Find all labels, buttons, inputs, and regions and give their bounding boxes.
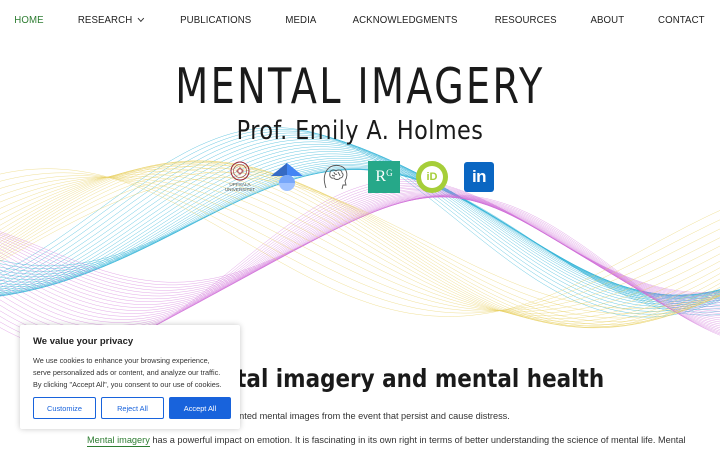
researchgate-icon[interactable]: RG (368, 161, 400, 193)
mental-imagery-text: has a powerful impact on emotion. It is … (149, 435, 686, 445)
customize-button[interactable]: Customize (33, 397, 96, 419)
linkedin-label: in (471, 167, 487, 186)
researchgate-label: R (375, 168, 387, 185)
nav-about-label: ABOUT (590, 14, 625, 26)
uppsala-label: UPPSALA UNIVERSITET (224, 182, 256, 192)
nav-publications-label: PUBLICATIONS (179, 14, 251, 26)
nav-media[interactable]: MEDIA (285, 14, 316, 26)
orcid-icon[interactable]: iD (416, 161, 448, 193)
nav-publications[interactable]: PUBLICATIONS (180, 14, 251, 26)
linkedin-icon[interactable]: in (464, 162, 494, 192)
nav-resources-label: RESOURCES (494, 14, 557, 26)
orcid-label: iD (421, 166, 443, 188)
nav-home-label: HOME (14, 14, 45, 26)
nav-home[interactable]: HOME (15, 14, 44, 26)
nav-media-label: MEDIA (285, 14, 317, 26)
brain-head-icon[interactable] (318, 160, 352, 194)
nav-acknowledgments-label: ACKNOWLEDGMENTS (352, 14, 458, 26)
nav-about[interactable]: ABOUT (591, 14, 625, 26)
mental-imagery-link[interactable]: Mental imagery (87, 435, 150, 447)
nav-acknowledgments[interactable]: ACKNOWLEDGMENTS (352, 14, 457, 26)
mental-imagery-paragraph: Mental imagery has a powerful impact on … (87, 435, 686, 447)
accept-all-button[interactable]: Accept All (169, 397, 231, 419)
chevron-down-icon (138, 14, 145, 23)
cookie-title: We value your privacy (33, 336, 134, 347)
cookie-text: We use cookies to enhance your browsing … (33, 356, 222, 389)
main-nav: HOME RESEARCH PUBLICATIONS MEDIA ACKNOWL… (0, 0, 720, 40)
researchgate-sup: G (386, 168, 393, 178)
cookie-consent-banner: We value your privacy We use cookies to … (20, 325, 240, 429)
nav-resources[interactable]: RESOURCES (495, 14, 557, 26)
profile-links: UPPSALA UNIVERSITET RG iD in (0, 160, 720, 196)
nav-contact[interactable]: CONTACT (658, 14, 705, 26)
google-scholar-icon[interactable] (270, 160, 304, 194)
uppsala-university-icon[interactable]: UPPSALA UNIVERSITET (223, 160, 257, 194)
nav-research-label: RESEARCH (78, 14, 133, 26)
reject-all-button[interactable]: Reject All (101, 397, 164, 419)
cookie-buttons: Customize Reject All Accept All (33, 397, 231, 419)
nav-research[interactable]: RESEARCH (78, 14, 145, 26)
nav-contact-label: CONTACT (657, 14, 705, 26)
hero-subtitle: Prof. Emily A. Holmes (236, 116, 484, 146)
hero-title: MENTAL IMAGERY (175, 58, 545, 115)
